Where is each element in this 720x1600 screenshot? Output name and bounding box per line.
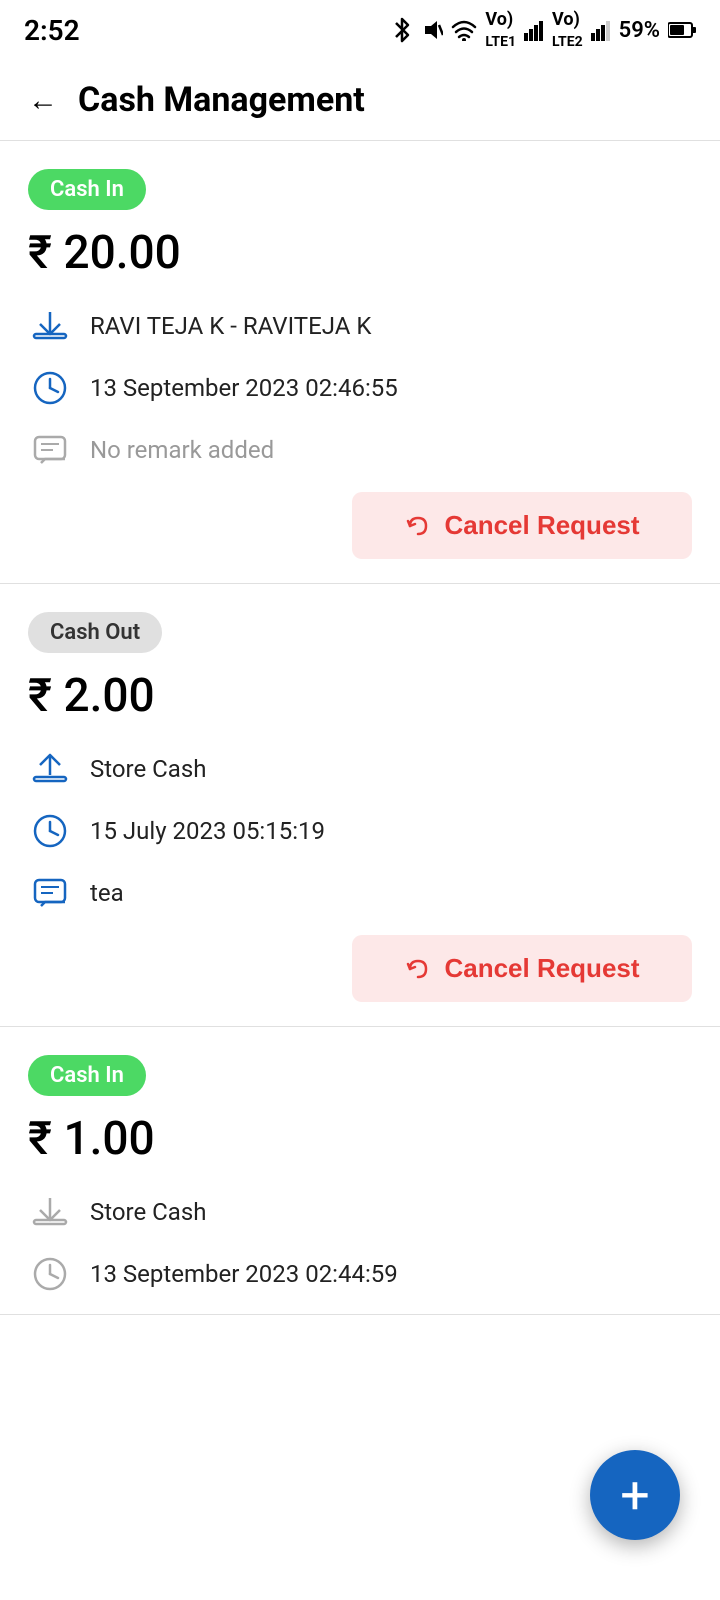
person-name: RAVI TEJA K - RAVITEJA K	[90, 312, 371, 340]
undo-icon	[404, 512, 432, 540]
person-icon	[28, 304, 72, 348]
cash-in-badge: Cash In	[28, 169, 146, 210]
mute-icon	[421, 17, 443, 43]
transaction-datetime: 13 September 2023 02:46:55	[90, 374, 398, 402]
transaction-amount: ₹ 20.00	[28, 226, 692, 280]
clock-icon	[28, 366, 72, 410]
datetime-row: 13 September 2023 02:44:59	[28, 1252, 692, 1296]
datetime-row: 15 July 2023 05:15:19	[28, 809, 692, 853]
status-time: 2:52	[24, 14, 80, 47]
bluetooth-icon	[391, 17, 413, 43]
add-transaction-button[interactable]: +	[590, 1450, 680, 1540]
transaction-card: Cash In ₹ 20.00 RAVI TEJA K - RAVITEJA K	[0, 141, 720, 584]
back-button[interactable]: ←	[28, 83, 58, 118]
remark-row: No remark added	[28, 428, 692, 472]
transaction-amount: ₹ 2.00	[28, 669, 692, 723]
battery-icon	[668, 21, 696, 39]
cancel-request-button[interactable]: Cancel Request	[352, 935, 692, 1002]
wifi-icon	[451, 19, 477, 41]
remark-icon	[28, 871, 72, 915]
cash-out-badge: Cash Out	[28, 612, 162, 653]
cash-in-badge: Cash In	[28, 1055, 146, 1096]
transactions-list: Cash In ₹ 20.00 RAVI TEJA K - RAVITEJA K	[0, 141, 720, 1315]
upload-icon	[28, 747, 72, 791]
clock-icon	[28, 1252, 72, 1296]
datetime-row: 13 September 2023 02:46:55	[28, 366, 692, 410]
signal2-icon	[591, 19, 611, 41]
status-icons: Vo)LTE1 Vo)LTE2 59%	[391, 9, 696, 51]
page-header: ← Cash Management	[0, 60, 720, 141]
clock-icon	[28, 809, 72, 853]
cancel-btn-wrapper: Cancel Request	[28, 935, 692, 1002]
status-bar: 2:52 Vo)LTE1 Vo)LTE2	[0, 0, 720, 60]
person-row: Store Cash	[28, 747, 692, 791]
transaction-card: Cash In ₹ 1.00 Store Cash 13 Septembe	[0, 1027, 720, 1315]
cancel-btn-wrapper: Cancel Request	[28, 492, 692, 559]
person-row: Store Cash	[28, 1190, 692, 1234]
battery-level: 59%	[619, 18, 660, 43]
person-row: RAVI TEJA K - RAVITEJA K	[28, 304, 692, 348]
remark-text: tea	[90, 879, 124, 907]
transaction-card: Cash Out ₹ 2.00 Store Cash 1	[0, 584, 720, 1027]
cancel-request-button[interactable]: Cancel Request	[352, 492, 692, 559]
lte1-icon: Vo)LTE1	[485, 9, 516, 51]
remark-icon	[28, 428, 72, 472]
transaction-datetime: 15 July 2023 05:15:19	[90, 817, 325, 845]
signal1-icon	[524, 19, 544, 41]
remark-text: No remark added	[90, 436, 274, 464]
remark-row: tea	[28, 871, 692, 915]
person-name: Store Cash	[90, 1198, 206, 1226]
person-name: Store Cash	[90, 755, 206, 783]
transaction-datetime: 13 September 2023 02:44:59	[90, 1260, 398, 1288]
undo-icon	[404, 955, 432, 983]
transaction-amount: ₹ 1.00	[28, 1112, 692, 1166]
lte2-icon: Vo)LTE2	[552, 9, 583, 51]
person-icon	[28, 1190, 72, 1234]
page-title: Cash Management	[78, 80, 365, 120]
